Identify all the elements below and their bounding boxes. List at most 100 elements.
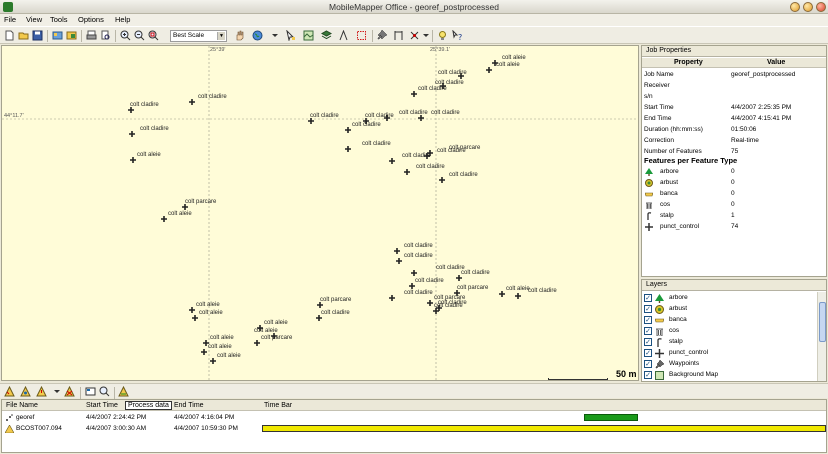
- map-point[interactable]: colt aleie: [192, 310, 223, 321]
- map-point[interactable]: colt cladire: [345, 122, 381, 133]
- layers-scrollbar[interactable]: [817, 292, 826, 381]
- close-button[interactable]: [816, 2, 826, 12]
- map-view[interactable]: colt aleie colt aleie colt cladire colt cla…: [1, 45, 639, 381]
- layer-row-cos[interactable]: ✓ cos: [642, 326, 818, 337]
- layer-row-waypoints[interactable]: ✓ Waypoints: [642, 359, 818, 370]
- layer-checkbox[interactable]: ✓: [644, 327, 652, 335]
- scrollbar-thumb[interactable]: [819, 302, 826, 342]
- map-point[interactable]: colt cladire: [345, 141, 391, 152]
- waypoint-add-icon[interactable]: [409, 30, 420, 41]
- pan-hand-icon[interactable]: [234, 30, 245, 41]
- col-start-time[interactable]: Start Time: [86, 402, 118, 409]
- minimize-button[interactable]: [790, 2, 800, 12]
- map-point[interactable]: colt parcare: [254, 335, 293, 346]
- layer-checkbox[interactable]: ✓: [644, 316, 652, 324]
- map-point[interactable]: colt cladire: [396, 253, 433, 264]
- time-bar-georef[interactable]: [584, 414, 638, 421]
- layer-checkbox[interactable]: ✓: [644, 338, 652, 346]
- zoom-in-icon[interactable]: [120, 30, 131, 41]
- map-point[interactable]: colt cladire: [308, 113, 339, 124]
- map-point[interactable]: colt parcare: [182, 199, 217, 210]
- remove-file-icon[interactable]: [64, 386, 75, 397]
- file-row[interactable]: georef 4/4/2007 2:24:42 PM 4/4/2007 4:16…: [2, 413, 826, 424]
- map-point[interactable]: colt aleie: [499, 286, 530, 297]
- help-pointer-icon[interactable]: ?: [452, 30, 463, 41]
- map-point[interactable]: colt cladire: [128, 102, 159, 113]
- map-point[interactable]: colt cladire: [433, 303, 463, 314]
- menu-tools[interactable]: Tools: [50, 15, 68, 24]
- globe-icon[interactable]: [252, 30, 263, 41]
- map-point[interactable]: colt aleie: [210, 353, 241, 364]
- layer-checkbox[interactable]: ✓: [644, 305, 652, 313]
- import-icon[interactable]: [52, 30, 63, 41]
- lightbulb-icon[interactable]: [437, 30, 448, 41]
- map-point[interactable]: colt cladire: [439, 172, 478, 183]
- layer-row-banca[interactable]: ✓ banca: [642, 315, 818, 326]
- open-folder-icon[interactable]: [18, 30, 29, 41]
- print-preview-icon[interactable]: [100, 30, 111, 41]
- map-point[interactable]: colt aleie: [486, 62, 520, 73]
- rectangle-select-icon[interactable]: [356, 30, 367, 41]
- map-view-icon[interactable]: [303, 30, 314, 41]
- file-row[interactable]: BCOST007.094 4/4/2007 3:00:30 AM 4/4/200…: [2, 424, 826, 435]
- col-end-time[interactable]: End Time: [174, 402, 204, 409]
- map-point[interactable]: colt cladire: [389, 153, 431, 164]
- map-point[interactable]: colt aleie: [130, 152, 161, 163]
- map-point[interactable]: colt cladire: [438, 70, 467, 79]
- new-file-icon[interactable]: [4, 30, 15, 41]
- process-file-icon[interactable]: [20, 386, 31, 397]
- measure-angle-icon[interactable]: [338, 30, 349, 41]
- distance-tool-icon[interactable]: [393, 30, 404, 41]
- search-icon[interactable]: [99, 386, 110, 397]
- zoom-out-icon[interactable]: [134, 30, 145, 41]
- layer-row-punct-control[interactable]: ✓ punct_control: [642, 348, 818, 359]
- map-point[interactable]: colt aleie: [161, 211, 192, 222]
- col-time-bar[interactable]: Time Bar: [264, 402, 292, 409]
- dropdown-arrow-icon-3[interactable]: [52, 386, 63, 397]
- map-point[interactable]: colt cladire: [456, 270, 490, 281]
- menu-help[interactable]: Help: [115, 15, 130, 24]
- map-point[interactable]: colt cladire: [411, 265, 465, 276]
- menu-file[interactable]: File: [4, 15, 16, 24]
- col-value[interactable]: Value: [767, 59, 785, 66]
- warning-file-icon[interactable]: [36, 386, 47, 397]
- export-icon[interactable]: [66, 30, 77, 41]
- map-point[interactable]: colt cladire: [316, 310, 350, 321]
- map-point[interactable]: colt cladire: [129, 126, 169, 137]
- layer-checkbox[interactable]: ✓: [644, 294, 652, 302]
- process-data-button[interactable]: Process data: [125, 401, 172, 410]
- chevron-down-icon[interactable]: ▼: [217, 32, 225, 40]
- time-bar-bcost[interactable]: [262, 425, 826, 432]
- save-icon[interactable]: [32, 30, 43, 41]
- map-point[interactable]: colt parcare: [317, 297, 352, 308]
- pin-tool-icon[interactable]: [377, 30, 388, 41]
- map-point[interactable]: colt cladire: [411, 86, 447, 97]
- layer-row-background-map[interactable]: ✓ Background Map: [642, 370, 818, 381]
- map-point[interactable]: colt cladire: [404, 164, 445, 175]
- postprocess-icon[interactable]: [118, 386, 129, 397]
- zoom-extent-icon[interactable]: [148, 30, 159, 41]
- menu-options[interactable]: Options: [78, 15, 104, 24]
- map-point[interactable]: colt cladire: [189, 94, 227, 105]
- layers-icon[interactable]: [321, 30, 332, 41]
- map-point[interactable]: colt cladire: [409, 278, 444, 289]
- map-point[interactable]: colt cladire: [389, 290, 433, 301]
- scale-select[interactable]: Best Scale ▼: [170, 30, 227, 42]
- map-point[interactable]: colt parcare: [427, 145, 481, 156]
- layer-row-arbust[interactable]: ✓ arbust: [642, 304, 818, 315]
- dropdown-arrow-icon[interactable]: [270, 30, 281, 41]
- col-file-name[interactable]: File Name: [6, 402, 38, 409]
- layer-checkbox[interactable]: ✓: [644, 349, 652, 357]
- col-property[interactable]: Property: [674, 59, 703, 66]
- layer-checkbox[interactable]: ✓: [644, 360, 652, 368]
- map-canvas[interactable]: colt aleiecolt aleiecolt cladirecolt cla…: [2, 46, 639, 381]
- maximize-button[interactable]: [803, 2, 813, 12]
- add-file-icon[interactable]: [4, 386, 15, 397]
- menu-view[interactable]: View: [26, 15, 42, 24]
- layer-row-arbore[interactable]: ✓ arbore: [642, 293, 818, 304]
- layer-checkbox[interactable]: ✓: [644, 371, 652, 379]
- dropdown-arrow-icon-2[interactable]: [421, 30, 432, 41]
- layer-row-stalp[interactable]: ✓ stalp: [642, 337, 818, 348]
- properties-icon[interactable]: [85, 386, 96, 397]
- select-tool-icon[interactable]: [285, 30, 296, 41]
